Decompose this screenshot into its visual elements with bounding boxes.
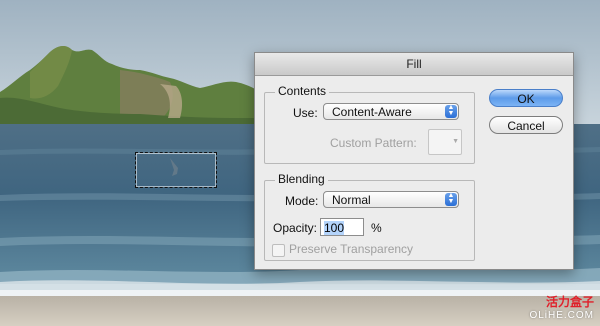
ok-button[interactable]: OK — [489, 89, 563, 107]
chevron-updown-icon: ▲ ▼ — [445, 192, 457, 206]
preserve-transparency-label: Preserve Transparency — [289, 242, 414, 256]
mode-label: Mode: — [285, 194, 319, 208]
custom-pattern-swatch[interactable]: ▼ — [428, 129, 462, 155]
fill-dialog: Fill Contents Use: Content-Aware ▲ ▼ Cust… — [254, 52, 574, 270]
watermark-chinese: 活力盒子 — [545, 295, 594, 309]
opacity-value: 100 — [324, 221, 345, 235]
watermark: 活力盒子 OLiHE.COM — [529, 296, 594, 322]
custom-pattern-label: Custom Pattern: — [330, 136, 417, 150]
use-label: Use: — [293, 106, 318, 120]
opacity-input[interactable]: 100 — [320, 218, 364, 236]
contents-legend: Contents — [275, 84, 330, 98]
mode-select[interactable]: Normal ▲ ▼ — [323, 191, 459, 208]
opacity-label: Opacity: — [273, 221, 318, 235]
use-select-value: Content-Aware — [332, 105, 412, 119]
blending-legend: Blending — [275, 172, 328, 186]
preserve-transparency-checkbox[interactable] — [272, 244, 285, 257]
cancel-button[interactable]: Cancel — [489, 116, 563, 134]
opacity-unit: % — [371, 221, 382, 235]
dropdown-arrow-icon: ▼ — [452, 138, 459, 145]
dialog-title: Fill — [255, 53, 573, 76]
use-select[interactable]: Content-Aware ▲ ▼ — [323, 103, 459, 120]
mode-select-value: Normal — [332, 193, 371, 207]
marquee-selection[interactable] — [135, 152, 217, 188]
watermark-latin: OLiHE.COM — [529, 310, 594, 321]
chevron-updown-icon: ▲ ▼ — [445, 104, 457, 118]
